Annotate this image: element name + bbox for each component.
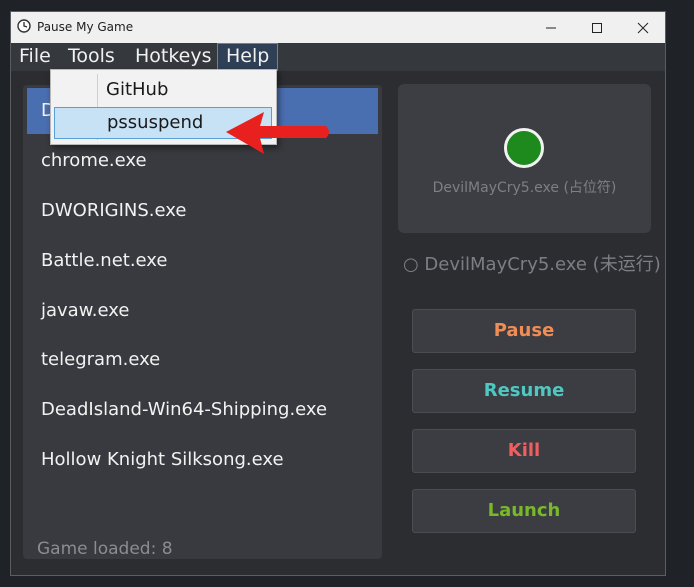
games-loaded-count: Game loaded: 8 <box>37 539 173 559</box>
red-arrow-icon <box>226 112 329 154</box>
close-icon <box>637 22 649 34</box>
maximize-button[interactable] <box>574 12 620 43</box>
menu-tools[interactable]: Tools <box>60 43 123 69</box>
launch-button[interactable]: Launch <box>412 489 636 533</box>
game-list: D chrome.exe DWORIGINS.exe Battle.net.ex… <box>23 85 382 559</box>
pause-button[interactable]: Pause <box>412 309 636 353</box>
list-item[interactable]: DWORIGINS.exe <box>27 188 378 234</box>
app-clock-icon <box>17 19 31 33</box>
game-status: ○ DevilMayCry5.exe (未运行) <box>403 254 661 275</box>
menu-hotkeys[interactable]: Hotkeys <box>127 43 220 69</box>
kill-button[interactable]: Kill <box>412 429 636 473</box>
close-button[interactable] <box>620 12 665 43</box>
preview-caption: DevilMayCry5.exe (占位符) <box>432 180 617 196</box>
list-item[interactable]: DeadIsland-Win64-Shipping.exe <box>27 387 378 433</box>
minimize-icon <box>546 27 556 29</box>
list-item[interactable]: Hollow Knight Silksong.exe <box>27 437 378 483</box>
resume-button[interactable]: Resume <box>412 369 636 413</box>
list-item[interactable]: javaw.exe <box>27 288 378 334</box>
minimize-button[interactable] <box>528 12 574 43</box>
title-bar: Pause My Game <box>11 12 665 43</box>
maximize-icon <box>592 23 602 33</box>
menu-help[interactable]: Help <box>217 43 279 71</box>
game-preview: DevilMayCry5.exe (占位符) <box>398 84 651 233</box>
menu-bar: File Tools Hotkeys Help <box>11 43 665 71</box>
list-item[interactable]: Battle.net.exe <box>27 238 378 284</box>
list-item[interactable]: telegram.exe <box>27 337 378 383</box>
menu-file[interactable]: File <box>11 43 59 69</box>
status-dot-icon <box>504 128 544 168</box>
window-title: Pause My Game <box>37 20 134 34</box>
menu-item-github[interactable]: GitHub <box>54 75 272 107</box>
